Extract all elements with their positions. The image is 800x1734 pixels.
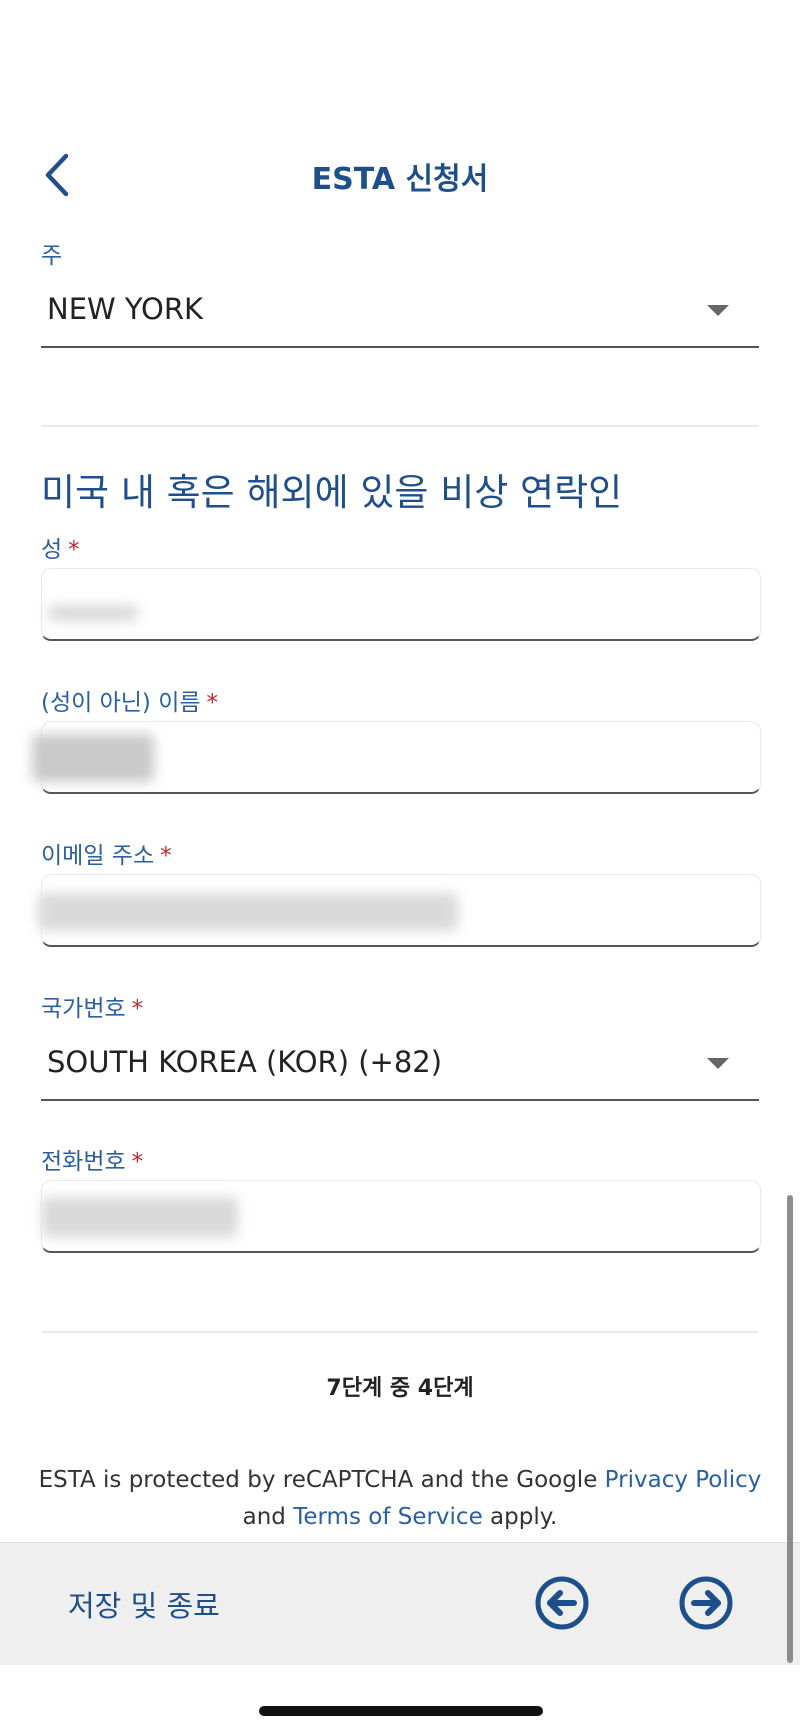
state-label: 주 bbox=[41, 243, 63, 269]
arrow-left-circle-icon bbox=[535, 1576, 589, 1630]
recaptcha-text: ESTA is protected by reCAPTCHA and the G… bbox=[38, 1467, 605, 1493]
redacted-text bbox=[38, 893, 458, 931]
scrollbar[interactable] bbox=[787, 1195, 793, 1663]
terms-of-service-link[interactable]: Terms of Service bbox=[293, 1504, 483, 1530]
redacted-text bbox=[42, 1197, 238, 1237]
phone-label: 전화번호 bbox=[41, 1149, 126, 1175]
phone-input[interactable] bbox=[41, 1180, 761, 1253]
arrow-right-circle-icon bbox=[679, 1576, 733, 1630]
emergency-contact-heading: 미국 내 혹은 해외에 있을 비상 연락인 bbox=[41, 471, 623, 514]
country-code-underline bbox=[41, 1099, 759, 1101]
home-indicator[interactable] bbox=[259, 1706, 543, 1716]
surname-input[interactable] bbox=[41, 568, 761, 641]
section-divider bbox=[41, 425, 759, 427]
state-select[interactable]: 주 NEW YORK bbox=[41, 236, 759, 348]
privacy-policy-link[interactable]: Privacy Policy bbox=[605, 1467, 762, 1493]
country-code-select[interactable]: 국가번호 * SOUTH KOREA (KOR) (+82) bbox=[41, 989, 759, 1101]
state-value: NEW YORK bbox=[47, 292, 204, 326]
email-label: 이메일 주소 bbox=[41, 843, 155, 869]
required-marker: * bbox=[131, 996, 144, 1022]
required-marker: * bbox=[206, 690, 219, 716]
given-name-field: (성이 아닌) 이름 * bbox=[32, 683, 761, 795]
recaptcha-notice: ESTA is protected by reCAPTCHA and the G… bbox=[0, 1462, 800, 1536]
recaptcha-text: and bbox=[242, 1504, 294, 1530]
redacted-text bbox=[48, 605, 138, 621]
section-divider bbox=[41, 1331, 759, 1333]
country-code-value: SOUTH KOREA (KOR) (+82) bbox=[47, 1045, 443, 1079]
app-header: ESTA 신청서 bbox=[0, 140, 800, 210]
given-name-input[interactable] bbox=[32, 721, 761, 794]
phone-field: 전화번호 * bbox=[41, 1142, 761, 1254]
bottom-action-bar: 저장 및 종료 bbox=[0, 1542, 800, 1665]
recaptcha-text: apply. bbox=[482, 1504, 558, 1530]
required-marker: * bbox=[68, 537, 80, 563]
given-name-label: (성이 아닌) 이름 bbox=[41, 690, 201, 716]
next-button[interactable] bbox=[679, 1576, 733, 1630]
email-input[interactable] bbox=[38, 874, 761, 947]
redacted-text bbox=[32, 734, 154, 782]
country-code-label: 국가번호 bbox=[41, 996, 126, 1022]
required-marker: * bbox=[131, 1149, 144, 1175]
surname-label: 성 bbox=[41, 537, 63, 563]
step-indicator: 7단계 중 4단계 bbox=[326, 1376, 474, 1401]
chevron-down-icon bbox=[707, 305, 729, 316]
email-field: 이메일 주소 * bbox=[38, 836, 761, 948]
previous-button[interactable] bbox=[535, 1576, 589, 1630]
save-and-exit-button[interactable]: 저장 및 종료 bbox=[68, 1583, 220, 1625]
chevron-down-icon bbox=[707, 1058, 729, 1069]
required-marker: * bbox=[160, 843, 172, 869]
state-underline bbox=[41, 346, 759, 348]
page-title: ESTA 신청서 bbox=[311, 162, 489, 197]
surname-field: 성 * bbox=[41, 530, 761, 642]
